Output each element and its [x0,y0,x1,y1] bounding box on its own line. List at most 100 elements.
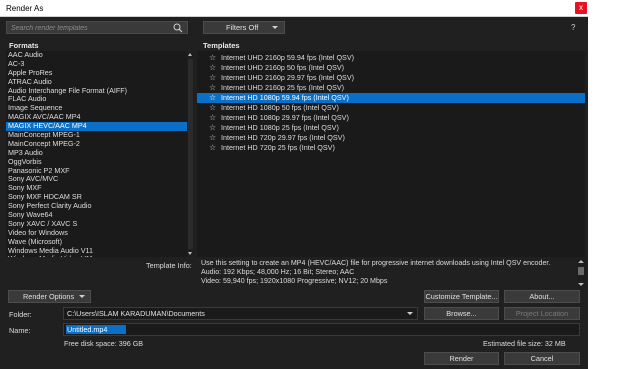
scroll-thumb[interactable] [188,59,193,249]
format-item[interactable]: ATRAC Audio [6,78,194,87]
format-item[interactable]: MainConcept MPEG-2 [6,140,194,149]
template-label: Internet HD 720p 29.97 fps (Intel QSV) [221,133,345,142]
format-item[interactable]: Panasonic P2 MXF [6,167,194,176]
template-label: Internet HD 1080p 50 fps (Intel QSV) [221,103,339,112]
format-item[interactable]: Image Sequence [6,104,194,113]
folder-value: C:\Users\ISLAM KARADUMAN\Documents [67,309,205,318]
format-item[interactable]: MainConcept MPEG-1 [6,131,194,140]
star-icon[interactable]: ☆ [209,103,216,113]
star-icon[interactable]: ☆ [209,133,216,143]
format-item[interactable]: MAGIX HEVC/AAC MP4 [6,122,194,132]
template-item[interactable]: ☆ Internet HD 720p 29.97 fps (Intel QSV) [197,133,585,143]
render-button[interactable]: Render [424,352,499,365]
browse-button[interactable]: Browse... [424,307,499,320]
chevron-down-icon [407,312,413,315]
folder-label: Folder: [9,310,32,319]
render-options-button[interactable]: Render Options [8,290,91,303]
formats-scrollbar[interactable] [187,51,194,257]
format-item[interactable]: Windows Media Video V11 [6,255,194,257]
scroll-down-icon[interactable] [578,283,584,286]
template-item[interactable]: ☆ Internet UHD 2160p 59.94 fps (Intel QSV… [197,53,585,63]
star-icon[interactable]: ☆ [209,83,216,93]
close-button[interactable]: x [575,2,587,14]
window-title: Render As [6,4,44,13]
template-item[interactable]: ☆ Internet HD 1080p 29.97 fps (Intel QSV) [197,113,585,123]
render-as-dialog: Filters Off ? Formats AAC AudioAC-3Apple… [0,17,588,369]
filters-label: Filters Off [226,23,259,32]
template-label: Internet HD 1080p 29.97 fps (Intel QSV) [221,113,349,122]
template-label: Internet HD 1080p 25 fps (Intel QSV) [221,123,339,132]
render-options-label: Render Options [23,292,75,301]
template-item[interactable]: ☆ Internet UHD 2160p 25 fps (Intel QSV) [197,83,585,93]
formats-list[interactable]: AAC Audio AC-3 Apple ProRes ATRAC Audio Audi… [6,51,194,257]
format-item[interactable]: Sony Wave64 [6,211,194,220]
format-item[interactable]: Video for Windows [6,229,194,238]
format-item[interactable]: OggVorbis [6,158,194,167]
cancel-button[interactable]: Cancel [504,352,580,365]
template-item[interactable]: ☆ Internet HD 720p 25 fps (Intel QSV) [197,143,585,153]
templates-header: Templates [203,41,240,50]
name-label: Name: [9,326,31,335]
format-item[interactable]: Sony MXF HDCAM SR [6,193,194,202]
search-input[interactable] [11,23,171,33]
format-item[interactable]: Sony XAVC / XAVC S [6,220,194,229]
templates-list[interactable]: ☆ Internet UHD 2160p 59.94 fps (Intel QSV… [197,51,585,257]
templates-items: ☆ Internet UHD 2160p 59.94 fps (Intel QSV… [197,51,585,153]
template-label: Internet UHD 2160p 50 fps (Intel QSV) [221,63,345,72]
template-info-text: Use this setting to create an MP4 (HEVC/… [201,259,577,287]
format-item[interactable]: Audio Interchange File Format (AIFF) [6,87,194,96]
template-info-line: Use this setting to create an MP4 (HEVC/… [201,259,551,267]
search-icon[interactable] [173,23,183,33]
format-item[interactable]: Windows Media Audio V11 [6,247,194,256]
format-item[interactable]: Sony AVC/MVC [6,175,194,184]
title-bar: Render As x [0,0,588,17]
star-icon[interactable]: ☆ [209,73,216,83]
template-label: Internet UHD 2160p 59.94 fps (Intel QSV) [221,53,355,62]
template-info-line: Video: 59,940 fps; 1920x1080 Progressive… [201,277,388,285]
star-icon[interactable]: ☆ [209,93,216,103]
template-label: Internet HD 1080p 59.94 fps (Intel QSV) [221,93,349,102]
scroll-thumb[interactable] [578,267,584,275]
format-item[interactable]: Wave (Microsoft) [6,238,194,247]
scroll-down-icon[interactable] [188,252,192,255]
filters-dropdown[interactable]: Filters Off [203,21,285,34]
chevron-down-icon [272,26,278,29]
star-icon[interactable]: ☆ [209,53,216,63]
template-info-line: Audio: 192 Kbps; 48,000 Hz; 16 Bit; Ster… [201,268,355,276]
template-item[interactable]: ☆ Internet HD 1080p 59.94 fps (Intel QSV) [197,93,585,103]
formats-header: Formats [9,41,39,50]
scroll-up-icon[interactable] [578,260,584,263]
name-field-box[interactable] [63,323,580,336]
star-icon[interactable]: ☆ [209,113,216,123]
star-icon[interactable]: ☆ [209,123,216,133]
customize-template-button[interactable]: Customize Template... [424,290,499,303]
template-info-label: Template Info: [146,261,192,270]
scroll-up-icon[interactable] [188,53,192,56]
format-item[interactable]: FLAC Audio [6,95,194,104]
format-item[interactable]: MAGIX AVC/AAC MP4 [6,113,194,122]
chevron-down-icon [79,295,85,298]
template-item[interactable]: ☆ Internet HD 1080p 50 fps (Intel QSV) [197,103,585,113]
help-button[interactable]: ? [571,23,575,32]
template-item[interactable]: ☆ Internet UHD 2160p 50 fps (Intel QSV) [197,63,585,73]
folder-dropdown[interactable]: C:\Users\ISLAM KARADUMAN\Documents [63,307,418,320]
format-item[interactable]: MP3 Audio [6,149,194,158]
estimated-file-size: Estimated file size: 32 MB [483,339,566,348]
template-label: Internet HD 720p 25 fps (Intel QSV) [221,143,335,152]
project-location-button[interactable]: Project Location [504,307,580,320]
star-icon[interactable]: ☆ [209,143,216,153]
about-button[interactable]: About... [504,290,580,303]
template-label: Internet UHD 2160p 29.97 fps (Intel QSV) [221,73,355,82]
format-item[interactable]: AC-3 [6,60,194,69]
format-item[interactable]: Sony Perfect Clarity Audio [6,202,194,211]
template-item[interactable]: ☆ Internet HD 1080p 25 fps (Intel QSV) [197,123,585,133]
format-item[interactable]: Sony MXF [6,184,194,193]
search-box[interactable] [6,21,188,34]
template-info-scrollbar[interactable] [577,259,585,287]
name-input[interactable] [66,325,126,334]
format-item[interactable]: Apple ProRes [6,69,194,78]
star-icon[interactable]: ☆ [209,63,216,73]
format-item[interactable]: AAC Audio [6,51,194,60]
free-disk-space: Free disk space: 396 GB [64,339,144,348]
template-item[interactable]: ☆ Internet UHD 2160p 29.97 fps (Intel QSV… [197,73,585,83]
